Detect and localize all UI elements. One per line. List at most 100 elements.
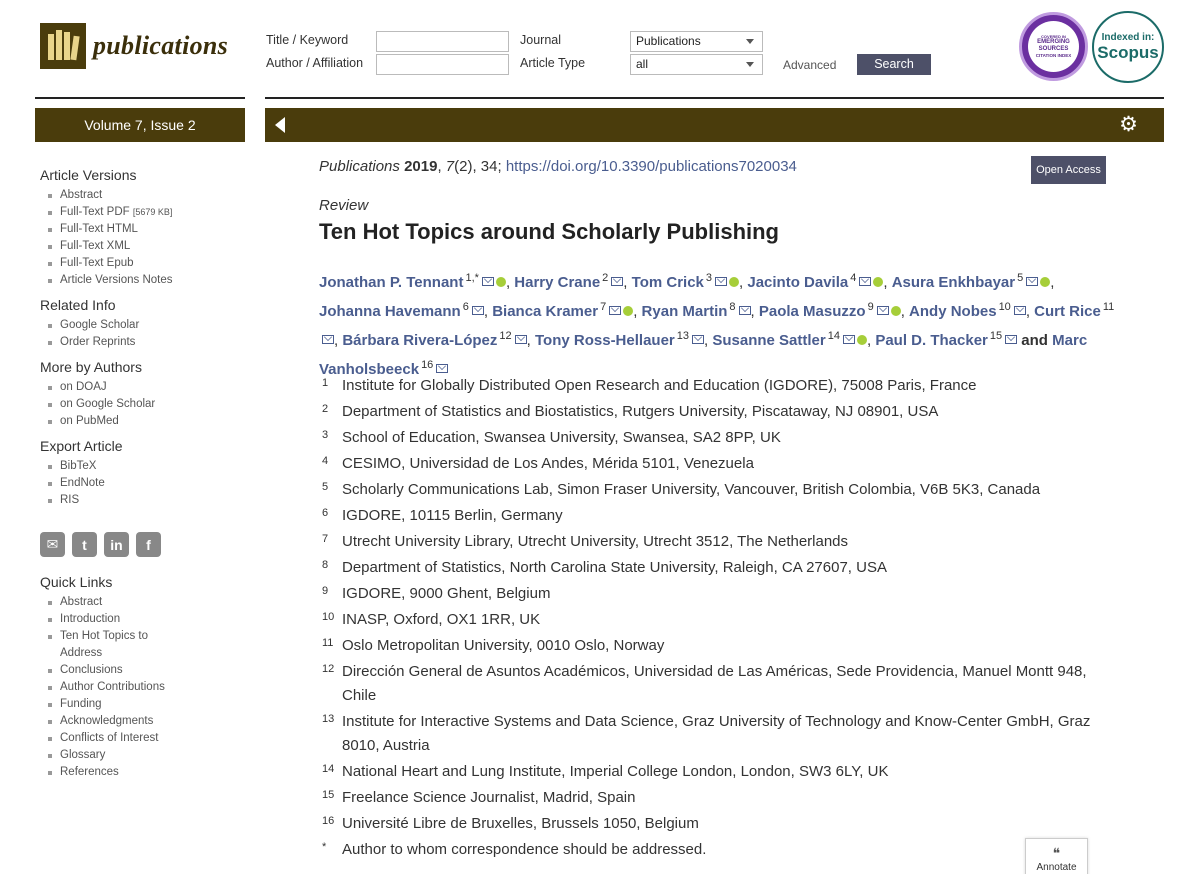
related-info-list: Google Scholar Order Reprints: [40, 317, 240, 351]
quick-link-conclusions[interactable]: Conclusions: [40, 662, 240, 679]
author-name[interactable]: Bárbara Rivera-López 12: [342, 330, 511, 349]
affiliation-item: 12 Dirección General de Asuntos Académico…: [322, 660, 1092, 708]
affiliation-item: 7 Utrecht University Library, Utrecht Uni…: [322, 530, 1092, 554]
sidebar-link-bibtex[interactable]: BibTeX: [40, 458, 240, 475]
orcid-icon[interactable]: [856, 335, 867, 345]
twitter-icon[interactable]: t: [72, 532, 97, 557]
author-name[interactable]: Bianca Kramer 7: [492, 301, 606, 320]
author-name[interactable]: Susanne Sattler 14: [712, 330, 840, 349]
title-keyword-input[interactable]: [376, 31, 509, 52]
orcid-icon[interactable]: [495, 277, 506, 287]
article-type-select[interactable]: all: [630, 54, 763, 75]
chevron-down-icon: [746, 39, 754, 44]
linkedin-icon[interactable]: in: [104, 532, 129, 557]
email-icon[interactable]: [611, 277, 624, 286]
affiliation-number: 11: [322, 637, 334, 649]
author-name[interactable]: Jacinto Davila 4: [747, 272, 856, 291]
author-name[interactable]: Harry Crane 2: [514, 272, 608, 291]
email-icon[interactable]: [738, 306, 751, 315]
esci-badge[interactable]: COVERED IN EMERGING SOURCES CITATION IND…: [1019, 12, 1088, 81]
orcid-icon[interactable]: [1040, 277, 1051, 287]
email-icon[interactable]: [876, 306, 889, 315]
author-name[interactable]: Paul D. Thacker 15: [875, 330, 1002, 349]
author-name-text: Ryan Martin: [641, 303, 728, 320]
author-name[interactable]: Paola Masuzzo 9: [758, 301, 874, 320]
email-icon[interactable]: [322, 335, 334, 344]
author-name-text: Paola Masuzzo: [758, 303, 866, 320]
journal-select[interactable]: Publications: [630, 31, 763, 52]
sidebar-link-abstract[interactable]: Abstract: [40, 187, 240, 204]
email-icon[interactable]: [481, 277, 494, 286]
scopus-label: Scopus: [1097, 42, 1159, 62]
search-button[interactable]: Search: [857, 54, 931, 75]
affiliation-item: 8 Department of Statistics, North Carolin…: [322, 556, 1092, 580]
site-logo[interactable]: publications: [40, 23, 228, 69]
author-name[interactable]: Johanna Havemann 6: [319, 301, 469, 320]
quick-link-conflicts[interactable]: Conflicts of Interest: [40, 730, 240, 747]
sidebar-link-pubmed[interactable]: on PubMed: [40, 413, 240, 430]
author-affiliation-ref: 9: [867, 301, 874, 313]
facebook-icon[interactable]: f: [136, 532, 161, 557]
doi-link[interactable]: https://doi.org/10.3390/publications7020…: [506, 158, 797, 175]
email-icon[interactable]: [609, 306, 622, 315]
sidebar-link-fulltext-xml[interactable]: Full-Text XML: [40, 238, 240, 255]
scopus-badge[interactable]: Indexed in: Scopus: [1092, 11, 1164, 83]
author-name[interactable]: Ryan Martin 8: [641, 301, 736, 320]
sidebar-link-fulltext-epub[interactable]: Full-Text Epub: [40, 255, 240, 272]
sidebar-link-fulltext-pdf[interactable]: Full-Text PDF [5679 KB]: [40, 204, 240, 221]
quick-link-ten-hot-topics[interactable]: Ten Hot Topics to Address: [40, 628, 160, 662]
advanced-search-link[interactable]: Advanced: [783, 58, 836, 72]
orcid-icon[interactable]: [890, 306, 901, 316]
email-icon[interactable]: [1013, 306, 1026, 315]
quick-link-introduction[interactable]: Introduction: [40, 611, 240, 628]
author-affiliation-label: Author / Affiliation: [266, 56, 364, 70]
email-icon[interactable]: [436, 364, 449, 373]
sidebar-link-google-scholar[interactable]: Google Scholar: [40, 317, 240, 334]
author-name[interactable]: Curt Rice 11: [1034, 301, 1114, 320]
sidebar-heading-related-info: Related Info: [40, 297, 116, 313]
author-name[interactable]: Tony Ross-Hellauer 13: [535, 330, 689, 349]
back-arrow-icon[interactable]: [275, 117, 285, 133]
email-icon[interactable]: [859, 277, 872, 286]
author-name[interactable]: Tom Crick 3: [632, 272, 712, 291]
email-icon[interactable]: [471, 306, 484, 315]
quick-link-abstract[interactable]: Abstract: [40, 594, 240, 611]
quick-link-references[interactable]: References: [40, 764, 240, 781]
author-affiliation-ref: 14: [827, 330, 840, 342]
email-icon[interactable]: [842, 335, 855, 344]
author-name[interactable]: Jonathan P. Tennant 1,*: [319, 272, 479, 291]
sidebar-link-version-notes[interactable]: Article Versions Notes: [40, 272, 240, 289]
email-icon[interactable]: [514, 335, 527, 344]
sidebar-link-ris[interactable]: RIS: [40, 492, 240, 509]
author-affiliation-input[interactable]: [376, 54, 509, 75]
citation-journal: Publications: [319, 158, 400, 175]
citation-volume: 7: [445, 158, 455, 175]
author-name[interactable]: Andy Nobes 10: [909, 301, 1011, 320]
email-icon[interactable]: [715, 277, 728, 286]
open-access-badge[interactable]: Open Access: [1031, 156, 1106, 184]
email-icon[interactable]: [692, 335, 705, 344]
title-keyword-label: Title / Keyword: [266, 33, 349, 47]
gear-icon[interactable]: ⚙: [1119, 114, 1138, 136]
annotate-button[interactable]: ❝ Annotate: [1025, 838, 1088, 874]
affiliation-item: 4 CESIMO, Universidad de Los Andes, Mérid…: [322, 452, 1092, 476]
author-list: Jonathan P. Tennant 1,*, Harry Crane 2, To…: [319, 272, 1115, 378]
sidebar-link-doaj[interactable]: on DOAJ: [40, 379, 240, 396]
quick-link-author-contributions[interactable]: Author Contributions: [40, 679, 240, 696]
sidebar-link-order-reprints[interactable]: Order Reprints: [40, 334, 240, 351]
sidebar-link-fulltext-html[interactable]: Full-Text HTML: [40, 221, 240, 238]
quick-link-glossary[interactable]: Glossary: [40, 747, 240, 764]
author-name[interactable]: Asura Enkhbayar 5: [892, 272, 1024, 291]
sidebar-link-on-google-scholar[interactable]: on Google Scholar: [40, 396, 240, 413]
email-icon[interactable]: [1026, 277, 1039, 286]
sidebar-link-endnote[interactable]: EndNote: [40, 475, 240, 492]
volume-issue-bar[interactable]: Volume 7, Issue 2: [35, 108, 245, 142]
email-icon[interactable]: [1005, 335, 1018, 344]
orcid-icon[interactable]: [729, 277, 740, 287]
quick-link-funding[interactable]: Funding: [40, 696, 240, 713]
author-affiliation-ref: 16: [421, 359, 434, 371]
quick-link-acknowledgments[interactable]: Acknowledgments: [40, 713, 240, 730]
email-icon[interactable]: ✉: [40, 532, 65, 557]
orcid-icon[interactable]: [873, 277, 884, 287]
orcid-icon[interactable]: [623, 306, 634, 316]
